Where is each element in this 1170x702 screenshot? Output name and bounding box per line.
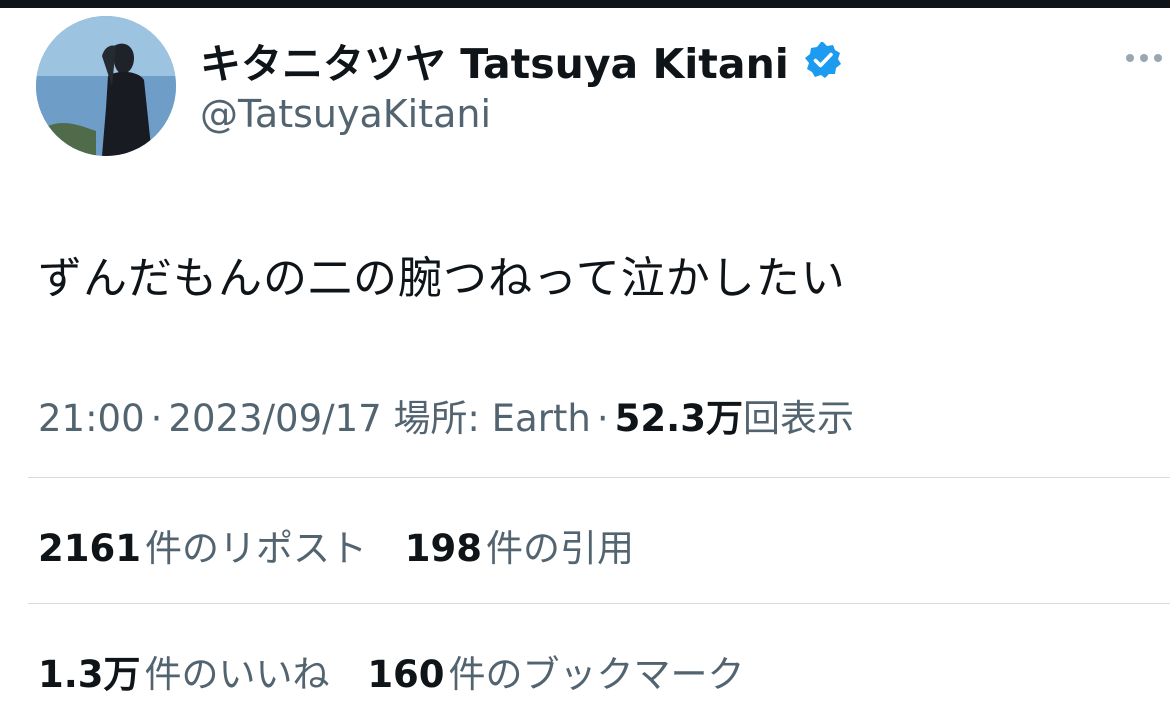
avatar[interactable] (36, 16, 176, 156)
views-label: 回表示 (742, 397, 854, 440)
more-horizontal-icon[interactable] (1126, 50, 1170, 66)
tweet-date[interactable]: 2023/09/17 (168, 397, 381, 440)
tweet-meta: 21:00 · 2023/09/17 場所: Earth · 52.3万回表示 (38, 388, 854, 442)
tweet-location: 場所: Earth (393, 397, 591, 440)
stats-row-reposts: 2161 件のリポスト 198 件の引用 (38, 518, 660, 572)
likes-count: 1.3万 (38, 653, 141, 696)
display-name[interactable]: キタニタツヤ Tatsuya Kitani (200, 30, 789, 90)
top-edge-bar (0, 0, 1170, 8)
user-handle[interactable]: @TatsuyaKitani (200, 92, 491, 136)
bookmarks-label: 件のブックマーク (448, 653, 745, 696)
reposts-label: 件のリポスト (144, 527, 367, 570)
views-count: 52.3万 (614, 397, 743, 440)
divider (28, 477, 1170, 478)
reposts-stat[interactable]: 2161 件のリポスト (38, 527, 367, 570)
quotes-label: 件の引用 (485, 527, 634, 570)
bookmarks-stat[interactable]: 160 件のブックマーク (367, 653, 744, 696)
profile-photo (36, 16, 176, 156)
more-dot (1154, 54, 1162, 62)
quotes-stat[interactable]: 198 件の引用 (405, 527, 634, 570)
verified-badge-icon (803, 40, 843, 80)
name-row: キタニタツヤ Tatsuya Kitani (200, 30, 843, 90)
bookmarks-count: 160 (367, 653, 445, 696)
likes-stat[interactable]: 1.3万 件のいいね (38, 653, 330, 696)
meta-separator: · (150, 397, 163, 440)
reposts-count: 2161 (38, 527, 141, 570)
more-dot (1140, 54, 1148, 62)
more-dot (1126, 54, 1134, 62)
stats-row-likes: 1.3万 件のいいね 160 件のブックマーク (38, 644, 771, 698)
tweet-time[interactable]: 21:00 (38, 397, 145, 440)
quotes-count: 198 (404, 527, 482, 570)
likes-label: 件のいいね (144, 653, 330, 696)
meta-separator: · (596, 397, 609, 440)
divider (28, 603, 1170, 604)
tweet-text: ずんだもんの二の腕つねって泣かしたい (38, 253, 846, 304)
